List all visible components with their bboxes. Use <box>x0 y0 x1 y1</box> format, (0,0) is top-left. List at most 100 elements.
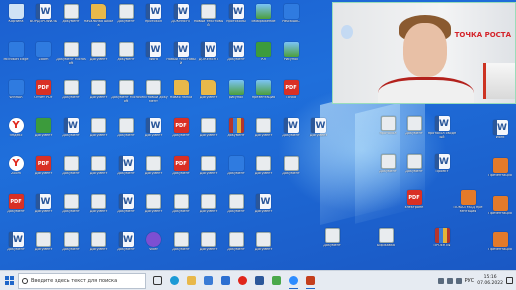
desktop-icon[interactable]: документ <box>57 4 85 38</box>
desktop-icon[interactable]: документ <box>112 42 140 76</box>
desktop-icon[interactable]: Zoom <box>30 42 58 76</box>
clock[interactable]: 15:16 07.06.2022 <box>477 275 503 286</box>
desktop-icon[interactable]: Документ <box>85 232 113 266</box>
desktop-icon[interactable]: Документ <box>250 232 278 266</box>
taskbar-edge[interactable] <box>167 273 182 289</box>
desktop-icon[interactable]: Wпротоколы <box>222 4 250 38</box>
desktop-icon[interactable]: WinRAR <box>2 80 30 114</box>
desktop-icon[interactable]: W ВОРДПРОФИЛЬ <box>30 4 58 38</box>
desktop-icon[interactable]: Кл <box>250 42 278 76</box>
taskbar-explorer[interactable] <box>184 273 199 289</box>
notification-icon[interactable] <box>506 277 513 284</box>
desktop-icon[interactable]: Документ <box>195 232 223 266</box>
desktop-icon[interactable]: Новый текстовый <box>194 4 223 38</box>
desktop-icon[interactable]: Презентация <box>486 196 514 230</box>
desktop-icon[interactable]: Y Zoom <box>2 156 30 190</box>
search-input[interactable]: Введите здесь текст для поиска <box>18 272 146 289</box>
desktop-icon[interactable]: Y Яндекс <box>2 118 30 152</box>
desktop-icon[interactable]: PDF Документ <box>167 118 195 152</box>
desktop-icon[interactable]: ПРОЕКТЫ <box>428 228 456 262</box>
desktop-icon[interactable]: Документ <box>250 118 278 152</box>
desktop-icon[interactable]: W Документ <box>140 118 168 152</box>
desktop-icon[interactable]: Документ <box>222 194 250 228</box>
desktop-icon[interactable]: Документ <box>57 80 85 114</box>
desktop-icon[interactable]: Документ <box>30 118 58 152</box>
desktop-icon[interactable]: PascalABC <box>277 4 305 38</box>
desktop-icon[interactable]: W Новый текстовый <box>166 42 196 76</box>
desktop-icon[interactable]: Документ <box>318 228 346 262</box>
desktop-icon[interactable]: PDF Документ <box>2 194 30 228</box>
desktop-icon[interactable]: PDF Документ <box>167 156 195 190</box>
desktop-icon[interactable]: Документ Microsoft <box>56 42 86 76</box>
desktop-icon[interactable]: Документ <box>85 80 113 114</box>
desktop-icon[interactable]: PDF Точка <box>277 80 305 114</box>
desktop-icon[interactable]: Документ <box>57 194 85 228</box>
desktop-icon[interactable]: Viber <box>140 232 168 266</box>
desktop-icon[interactable]: Начальная школа <box>84 4 113 38</box>
desktop-icon[interactable]: изображение <box>250 4 278 38</box>
desktop-icon[interactable]: W Документ <box>2 232 30 266</box>
desktop-icon[interactable]: Документ <box>195 194 223 228</box>
desktop-icon[interactable]: Документ <box>195 118 223 152</box>
desktop-icon[interactable]: W ДОКУМЕНТ <box>195 42 223 76</box>
desktop-icon[interactable]: Презентация <box>486 232 514 266</box>
desktop-icon[interactable]: Биржавка <box>372 228 400 262</box>
language-indicator[interactable]: РУС <box>465 278 475 284</box>
taskbar-mail[interactable] <box>218 273 233 289</box>
taskbar-powerpoint[interactable] <box>303 273 318 289</box>
taskbar-yandex[interactable] <box>235 273 250 289</box>
desktop-icon[interactable]: Документ <box>112 118 140 152</box>
volume-icon[interactable] <box>455 277 462 284</box>
desktop-icon[interactable]: ПОКАЗ МОД презентация <box>454 190 482 224</box>
desktop-icon[interactable]: PDF Отчет PDF <box>30 80 58 114</box>
desktop-icon[interactable]: Документ <box>222 156 250 190</box>
desktop-icon[interactable]: Документ <box>400 116 428 150</box>
desktop-icon[interactable]: Документ <box>85 118 113 152</box>
desktop-icon[interactable]: Документ <box>140 156 168 190</box>
desktop-icon[interactable]: Документ <box>374 154 402 188</box>
desktop-icon[interactable]: W Документ <box>305 118 333 152</box>
desktop-icon[interactable]: Презентация <box>486 158 514 192</box>
desktop-icon[interactable]: W Документ <box>222 42 250 76</box>
desktop-icon[interactable]: Рисунок <box>277 42 305 76</box>
desktop-icon[interactable]: Документ <box>140 194 168 228</box>
desktop-icon[interactable]: Документ <box>167 194 195 228</box>
desktop-icon[interactable]: документ <box>222 118 250 152</box>
desktop-icon[interactable]: Документ <box>195 80 223 114</box>
desktop-icon[interactable]: Документ <box>85 156 113 190</box>
desktop-icon[interactable]: W Документ <box>57 118 85 152</box>
desktop-icon[interactable]: PDF Документ <box>30 156 58 190</box>
desktop-icon[interactable]: Текстовый документ <box>139 80 168 114</box>
start-button[interactable] <box>0 271 18 290</box>
desktop-icon[interactable]: W Word <box>140 42 168 76</box>
desktop-icon[interactable]: Документ <box>400 154 428 188</box>
desktop-icon[interactable]: Документ <box>195 156 223 190</box>
desktop-icon[interactable]: PDF электронн <box>400 190 428 224</box>
desktop-icon[interactable]: W Документ <box>112 232 140 266</box>
desktop-icon[interactable]: Документ Microsoft <box>111 80 141 114</box>
desktop-icon[interactable]: Документ <box>250 156 278 190</box>
desktop-icon[interactable]: W Документ <box>30 194 58 228</box>
desktop-icon[interactable]: Корзина <box>2 4 30 38</box>
taskbar-task-view[interactable] <box>150 273 165 289</box>
desktop-icon[interactable]: Документ <box>57 232 85 266</box>
taskbar-app[interactable] <box>269 273 284 289</box>
desktop-icon[interactable]: Документ <box>167 232 195 266</box>
desktop-icon[interactable]: Новая папка <box>167 80 195 114</box>
desktop-icon[interactable]: W Word <box>486 120 514 154</box>
taskbar-zoom[interactable] <box>286 273 301 289</box>
taskbar-store[interactable] <box>201 273 216 289</box>
desktop-icon[interactable]: W Проект <box>428 154 456 188</box>
desktop-icon[interactable]: Документ <box>30 232 58 266</box>
desktop-icon[interactable]: Документ <box>85 194 113 228</box>
desktop-icon[interactable]: рисунок <box>222 80 250 114</box>
desktop-icon[interactable]: Документ <box>57 156 85 190</box>
chevron-up-icon[interactable] <box>437 277 444 284</box>
desktop-icon[interactable]: Документ <box>112 4 140 38</box>
desktop-icon[interactable]: Документ <box>222 232 250 266</box>
taskbar-word[interactable] <box>252 273 267 289</box>
desktop-icon[interactable]: Wпротокол сводный <box>428 116 456 150</box>
desktop-icon[interactable]: Microsoft Edge <box>2 42 30 76</box>
desktop-icon[interactable]: W Документ <box>250 194 278 228</box>
desktop-icon[interactable]: презентация <box>250 80 278 114</box>
